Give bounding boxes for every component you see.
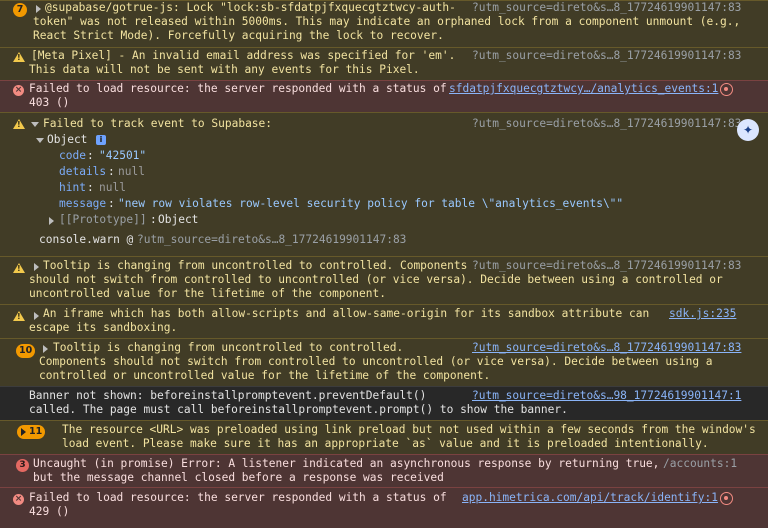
- message-text-line: should not switch from controlled to unc…: [29, 273, 723, 286]
- console-info-message[interactable]: Banner not shown: beforeinstallprompteve…: [0, 386, 768, 420]
- console-warning-message[interactable]: [Meta Pixel] - An invalid email address …: [0, 47, 768, 80]
- message-text-line: escape its sandboxing.: [29, 321, 178, 334]
- message-text-line: An iframe which has both allow-scripts a…: [43, 307, 650, 320]
- expand-arrow-icon[interactable]: [36, 5, 41, 13]
- message-source[interactable]: ?utm_source=direto&s…8_17724619901147:83: [472, 117, 741, 132]
- message-source-link[interactable]: sfdatpjfxquecgtztwcy…/analytics_events:1: [449, 82, 718, 97]
- message-source[interactable]: ?utm_source=direto&s…8_17724619901147:83: [472, 49, 741, 64]
- expand-arrow-icon[interactable]: [49, 217, 54, 225]
- object-property-key: details: [59, 165, 107, 178]
- console-error-message[interactable]: 3 Uncaught (in promise) Error: A listene…: [0, 454, 768, 487]
- error-icon: ×: [13, 494, 24, 505]
- message-source-link[interactable]: app.himetrica.com/api/track/identify:1: [462, 491, 718, 506]
- message-source-link[interactable]: ?utm_source=direto&s…8_17724619901147:83: [472, 341, 741, 356]
- object-property-key: message: [59, 197, 107, 210]
- object-label: Object: [47, 133, 88, 146]
- message-source-link[interactable]: sdk.js:235: [669, 307, 736, 322]
- warning-icon: [13, 119, 25, 129]
- message-text-line: but the message channel closed before a …: [33, 471, 444, 484]
- network-request-icon[interactable]: [720, 83, 733, 96]
- prototype-key: [[Prototype]]: [59, 213, 147, 226]
- object-property-key: code: [59, 149, 86, 162]
- object-colon: :: [108, 165, 115, 178]
- repeat-count-badge: 7: [13, 3, 27, 17]
- network-request-icon[interactable]: [720, 492, 733, 505]
- message-source[interactable]: ?utm_source=direto&s…8_17724619901147:83: [472, 259, 741, 274]
- stack-trace-source[interactable]: ?utm_source=direto&s…8_17724619901147:83: [137, 233, 406, 248]
- console-warning-message[interactable]: An iframe which has both allow-scripts a…: [0, 304, 768, 338]
- message-text-line: called. The page must call beforeinstall…: [29, 403, 568, 416]
- message-text-line: Failed to track event to Supabase:: [43, 117, 273, 130]
- message-text-line: Components should not switch from contro…: [39, 355, 713, 368]
- message-text-line: React Strict Mode). Forcefully acquiring…: [33, 29, 444, 42]
- expand-arrow-icon[interactable]: [21, 428, 26, 436]
- warning-icon: [13, 52, 25, 62]
- info-icon[interactable]: i: [96, 135, 106, 145]
- object-colon: :: [150, 213, 157, 226]
- message-text-line: uncontrolled value for the lifetime of t…: [29, 287, 386, 300]
- message-text-line: 403 (): [29, 96, 70, 109]
- message-text-line: Uncaught (in promise) Error: A listener …: [33, 457, 660, 470]
- prototype-value: Object: [158, 213, 199, 226]
- message-text-line: Tooltip is changing from uncontrolled to…: [43, 259, 468, 272]
- console-warning-message[interactable]: Failed to track event to Supabase: ?utm_…: [0, 112, 768, 256]
- repeat-count-badge: 11: [17, 425, 46, 439]
- repeat-count-badge: 3: [16, 459, 29, 472]
- lightbulb-sparkle-icon[interactable]: ✦: [737, 119, 759, 141]
- devtools-console: 7 @supabase/gotrue-js: Lock "lock:sb-sfd…: [0, 0, 768, 528]
- object-property-value: null: [118, 165, 145, 178]
- message-text-line: Banner not shown: beforeinstallprompteve…: [29, 389, 427, 402]
- message-text-line: load event. Please make sure it has an a…: [62, 437, 709, 450]
- object-property-value: "42501": [99, 149, 147, 162]
- object-property-key: hint: [59, 181, 86, 194]
- message-text-line: Failed to load resource: the server resp…: [29, 491, 447, 504]
- message-text-line: token" was not released within 5000ms. T…: [33, 15, 741, 28]
- message-text-line: Tooltip is changing from uncontrolled to…: [53, 341, 404, 354]
- message-text-line: @supabase/gotrue-js: Lock "lock:sb-sfdat…: [45, 1, 456, 14]
- expand-arrow-icon[interactable]: [34, 312, 39, 320]
- object-colon: :: [108, 197, 115, 210]
- warning-icon: [13, 263, 25, 273]
- message-text-line: controlled or uncontrolled value for the…: [39, 369, 491, 382]
- message-source-link[interactable]: ?utm_source=direto&s…98_17724619901147:1: [472, 389, 741, 404]
- collapse-arrow-icon[interactable]: [36, 138, 44, 143]
- repeat-count-value: 11: [29, 426, 43, 437]
- console-warning-message[interactable]: 7 @supabase/gotrue-js: Lock "lock:sb-sfd…: [0, 0, 768, 47]
- console-warning-message[interactable]: 11 The resource <URL> was preloaded usin…: [0, 420, 768, 454]
- message-text-line: This data will not be sent with any even…: [29, 63, 420, 76]
- message-text-line: 429 (): [29, 505, 70, 518]
- collapse-arrow-icon[interactable]: [31, 122, 39, 127]
- message-text-line: The resource <URL> was preloaded using l…: [62, 423, 756, 436]
- console-warning-message[interactable]: Tooltip is changing from uncontrolled to…: [0, 256, 768, 304]
- expand-arrow-icon[interactable]: [34, 263, 39, 271]
- repeat-count-badge: 10: [16, 344, 36, 358]
- console-error-message[interactable]: × Failed to load resource: the server re…: [0, 487, 768, 528]
- stack-trace-function: console.warn @: [39, 233, 134, 246]
- console-warning-message[interactable]: 10 Tooltip is changing from uncontrolled…: [0, 338, 768, 386]
- object-property-value: "new row violates row-level security pol…: [118, 197, 624, 210]
- object-colon: :: [87, 149, 94, 162]
- object-colon: :: [87, 181, 94, 194]
- error-icon: ×: [13, 85, 24, 96]
- warning-icon: [13, 311, 25, 321]
- console-error-message[interactable]: × Failed to load resource: the server re…: [0, 80, 768, 112]
- expand-arrow-icon[interactable]: [43, 345, 48, 353]
- message-text-line: [Meta Pixel] - An invalid email address …: [31, 49, 456, 62]
- object-property-value: null: [99, 181, 126, 194]
- message-source[interactable]: /accounts:1: [663, 457, 737, 472]
- message-text-line: Failed to load resource: the server resp…: [29, 82, 447, 95]
- message-source[interactable]: ?utm_source=direto&s…8_17724619901147:83: [472, 1, 741, 16]
